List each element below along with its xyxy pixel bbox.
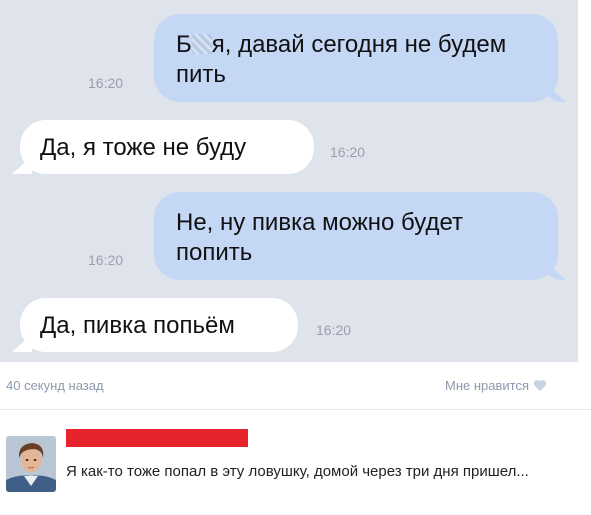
comment-text: Я как-то тоже попал в эту ловушку, домой…	[66, 463, 529, 480]
message-time: 16:20	[330, 144, 366, 160]
message-bubble-outgoing: Бя, давай сегодня не будем пить	[154, 14, 558, 102]
message-time: 16:20	[316, 322, 352, 338]
redacted-username	[66, 429, 248, 447]
message-text-start: Б	[176, 31, 192, 58]
post-timestamp[interactable]: 40 секунд назад	[6, 378, 104, 393]
message-time: 16:20	[88, 75, 124, 91]
censored-text	[191, 34, 212, 54]
like-label: Мне нравится	[445, 378, 530, 393]
divider	[0, 409, 591, 410]
message-bubble-outgoing: Не, ну пивка можно будет попить	[154, 192, 558, 280]
message-text: Да, пивка попьём	[40, 312, 235, 339]
message-text: Не, ну пивка можно будет попить	[176, 209, 464, 266]
message-text: Да, я тоже не буду	[40, 134, 247, 161]
avatar-image	[6, 436, 56, 492]
avatar[interactable]	[6, 436, 56, 492]
heart-icon	[533, 379, 547, 392]
message-time: 16:20	[88, 252, 124, 268]
message-bubble-incoming: Да, пивка попьём	[20, 298, 298, 352]
like-button[interactable]: Мне нравится	[445, 378, 547, 393]
chat-screenshot: Бя, давай сегодня не будем пить 16:20 Да…	[0, 0, 578, 362]
message-bubble-incoming: Да, я тоже не буду	[20, 120, 314, 174]
message-text-end: я, давай сегодня не будем пить	[176, 31, 507, 88]
